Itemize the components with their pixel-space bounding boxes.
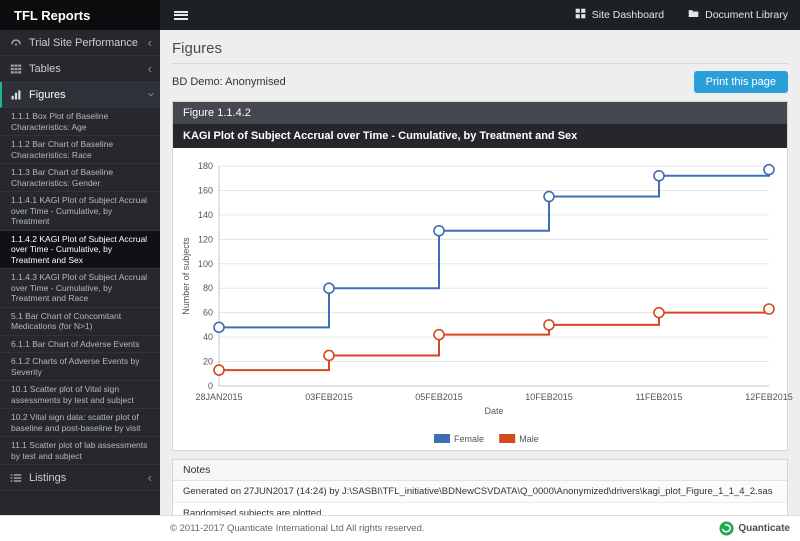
svg-text:Number of subjects: Number of subjects (181, 237, 191, 315)
main-content: Figures BD Demo: Anonymised Print this p… (160, 30, 800, 515)
page-title: Figures (172, 40, 788, 64)
gauge-icon (10, 37, 22, 49)
sidebar-item-label: Figures (29, 88, 66, 101)
sidebar-subitem[interactable]: 1.1.1 Box Plot of Baseline Characteristi… (0, 108, 160, 136)
quanticate-logo-text: Quanticate (738, 523, 790, 534)
print-button[interactable]: Print this page (693, 71, 788, 93)
sidebar-subitem[interactable]: 5.1 Bar Chart of Concomitant Medications… (0, 308, 160, 336)
quanticate-logo-icon (719, 521, 734, 536)
svg-text:Female: Female (454, 434, 484, 444)
sidebar: Trial Site Performance ‹ Tables ‹ Figures ‹ 1.… (0, 30, 160, 515)
topbar-link-site-dashboard[interactable]: Site Dashboard (563, 0, 676, 30)
sidebar-item-label: Trial Site Performance (29, 36, 139, 49)
notes-rows: Generated on 27JUN2017 (14:24) by J:\SAS… (173, 481, 787, 515)
sidebar-subitem[interactable]: 1.1.3 Bar Chart of Baseline Characterist… (0, 164, 160, 192)
figure-title: KAGI Plot of Subject Accrual over Time -… (173, 124, 787, 148)
chart-icon (10, 89, 22, 101)
svg-text:0: 0 (208, 381, 213, 391)
menu-toggle-icon[interactable] (160, 0, 202, 30)
sidebar-subitem[interactable]: 10.1 Scatter plot of Vital sign assessme… (0, 381, 160, 409)
footer: © 2011-2017 Quanticate International Ltd… (0, 515, 800, 541)
svg-text:03FEB2015: 03FEB2015 (305, 392, 353, 402)
chevron-icon: ‹ (147, 61, 152, 76)
kagi-chart: 0 20 40 60 80 100 120 140 160 180 28JAN2015 03FEB20… (173, 148, 793, 450)
svg-text:120: 120 (198, 234, 213, 244)
figure-id: Figure 1.1.4.2 (173, 102, 787, 124)
dashboard-icon (575, 8, 586, 22)
note-row: Generated on 27JUN2017 (14:24) by J:\SAS… (173, 481, 787, 503)
sidebar-item-tables[interactable]: Tables ‹ (0, 56, 160, 82)
svg-text:20: 20 (203, 357, 213, 367)
svg-text:140: 140 (198, 210, 213, 220)
sidebar-subitem[interactable]: 6.1.1 Bar Chart of Adverse Events (0, 336, 160, 353)
topbar-link-label: Document Library (705, 9, 788, 21)
notes-header: Notes (173, 460, 787, 481)
sidebar-subitem[interactable]: 10.2 Vital sign data: scatter plot of ba… (0, 409, 160, 437)
topbar-links: Site Dashboard Document Library (563, 0, 800, 30)
svg-text:Date: Date (484, 406, 503, 416)
svg-text:80: 80 (203, 283, 213, 293)
folder-icon (688, 8, 699, 22)
svg-text:60: 60 (203, 308, 213, 318)
topbar: TFL Reports Site Dashboard Document Libra… (0, 0, 800, 30)
copyright-text: © 2011-2017 Quanticate International Ltd… (170, 523, 425, 534)
svg-text:Male: Male (519, 434, 539, 444)
sidebar-item-label: Listings (29, 471, 67, 484)
svg-text:12FEB2015: 12FEB2015 (745, 392, 793, 402)
table-icon (10, 63, 22, 75)
sidebar-subitem[interactable]: 1.1.4.1 KAGI Plot of Subject Accrual ove… (0, 192, 160, 231)
sidebar-subitem[interactable]: 1.1.4.3 KAGI Plot of Subject Accrual ove… (0, 269, 160, 308)
svg-text:11FEB2015: 11FEB2015 (636, 392, 683, 402)
chevron-icon: ‹ (147, 35, 152, 50)
svg-text:160: 160 (198, 185, 213, 195)
sidebar-item-figures[interactable]: Figures ‹ (0, 82, 160, 108)
topbar-link-document-library[interactable]: Document Library (676, 0, 800, 30)
sidebar-subitem[interactable]: 1.1.4.2 KAGI Plot of Subject Accrual ove… (0, 230, 160, 269)
figures-submenu: 1.1.1 Box Plot of Baseline Characteristi… (0, 108, 160, 465)
svg-text:180: 180 (198, 161, 213, 171)
notes-card: Notes Generated on 27JUN2017 (14:24) by … (172, 459, 788, 515)
app-brand: TFL Reports (0, 0, 160, 30)
sidebar-item-listings[interactable]: Listings ‹ (0, 465, 160, 491)
chevron-icon: ‹ (142, 92, 158, 97)
list-icon (10, 472, 22, 484)
chart-svg: 0 20 40 60 80 100 120 140 160 180 28JAN2015 03FEB20… (181, 161, 793, 444)
report-subtitle: BD Demo: Anonymised (172, 76, 286, 88)
quanticate-logo: Quanticate (719, 521, 790, 536)
sidebar-subitem[interactable]: 11.1 Scatter plot of lab assessments by … (0, 437, 160, 465)
sidebar-item-label: Tables (29, 62, 61, 75)
sidebar-subitem[interactable]: 6.1.2 Charts of Adverse Events by Severi… (0, 353, 160, 381)
subtitle-row: BD Demo: Anonymised Print this page (172, 71, 788, 93)
topbar-link-label: Site Dashboard (591, 9, 665, 21)
chevron-icon: ‹ (147, 470, 152, 485)
figure-card: Figure 1.1.4.2 KAGI Plot of Subject Accr… (172, 101, 793, 451)
svg-text:28JAN2015: 28JAN2015 (195, 392, 242, 402)
svg-text:10FEB2015: 10FEB2015 (525, 392, 573, 402)
sidebar-item-trial-site-performance[interactable]: Trial Site Performance ‹ (0, 30, 160, 56)
sidebar-subitem[interactable]: 1.1.2 Bar Chart of Baseline Characterist… (0, 136, 160, 164)
svg-text:100: 100 (198, 259, 213, 269)
svg-text:40: 40 (203, 332, 213, 342)
note-row: Randomised subjects are plotted. (183, 508, 324, 515)
svg-text:05FEB2015: 05FEB2015 (415, 392, 463, 402)
